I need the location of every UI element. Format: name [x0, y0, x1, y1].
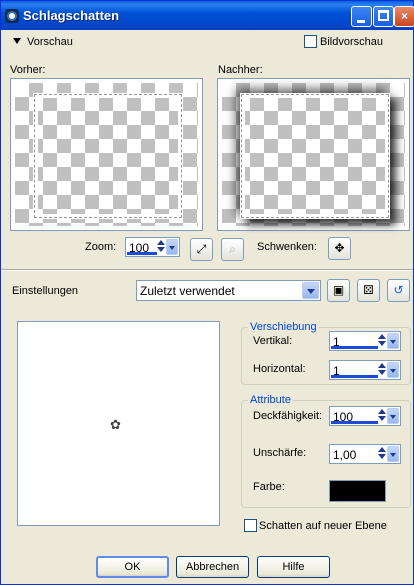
opacity-label: Deckfähigkeit: — [253, 410, 323, 422]
opacity-slider-bar[interactable] — [331, 421, 378, 424]
reset-button[interactable]: ↺ — [387, 279, 410, 302]
magnifier-icon: ⌕ — [229, 242, 236, 256]
preview-toggle[interactable]: Vorschau — [13, 36, 73, 48]
vertical-dropdown-button[interactable] — [387, 333, 399, 349]
minimize-button[interactable] — [351, 6, 372, 27]
preset-select[interactable]: Zuletzt verwendet — [136, 280, 321, 301]
vertical-label: Vertikal: — [253, 335, 293, 347]
after-preview[interactable] — [217, 78, 410, 231]
spin-down-icon — [157, 247, 165, 252]
horizontal-dropdown-button[interactable] — [387, 362, 399, 378]
vertical-input[interactable]: 1 — [329, 331, 401, 351]
zoom-tool-button[interactable]: ⌕ — [221, 238, 244, 261]
randomize-button[interactable]: ⚄ — [357, 279, 380, 302]
horizontal-label: Horizontal: — [253, 363, 306, 375]
before-preview-checkerboard — [15, 83, 198, 226]
pan-label: Schwenken: — [257, 241, 317, 253]
horizontal-input[interactable]: 1 — [329, 360, 401, 380]
spin-down-icon — [378, 454, 386, 459]
maximize-icon — [378, 10, 389, 21]
maximize-button[interactable] — [373, 6, 394, 27]
blur-label: Unschärfe: — [253, 447, 307, 459]
crosshair-icon: ✿ — [110, 417, 121, 432]
preset-dropdown-button[interactable] — [302, 282, 319, 299]
blur-input[interactable]: 1,00 — [329, 444, 401, 464]
shadow-color-swatch[interactable] — [329, 480, 386, 502]
zoom-dropdown-button[interactable] — [166, 239, 178, 255]
vertical-spinner[interactable] — [377, 333, 387, 349]
app-icon — [5, 9, 19, 23]
opacity-spinner[interactable] — [377, 408, 387, 424]
preset-value: Zuletzt verwendet — [140, 284, 235, 298]
blur-value: 1,00 — [333, 448, 357, 462]
minimize-icon — [357, 20, 365, 23]
settings-label: Einstellungen — [12, 285, 79, 297]
dice-icon: ⚄ — [363, 283, 374, 297]
title-bar[interactable]: Schlagschatten × — [1, 1, 414, 30]
opacity-input[interactable]: 100 — [329, 406, 401, 426]
color-label: Farbe: — [253, 481, 285, 493]
fit-window-icon: ⤢ — [196, 242, 207, 256]
opacity-dropdown-button[interactable] — [387, 408, 399, 424]
image-preview-label: Bildvorschau — [320, 36, 383, 48]
zoom-input[interactable]: 100 — [125, 237, 180, 257]
help-button[interactable]: Hilfe — [257, 556, 330, 578]
spin-up-icon — [378, 334, 386, 339]
after-label: Nachher: — [218, 64, 263, 76]
triangle-down-icon — [13, 38, 21, 44]
spin-down-icon — [378, 370, 386, 375]
spin-up-icon — [378, 409, 386, 414]
spin-up-icon — [378, 363, 386, 368]
floppy-disk-icon: ▣ — [332, 283, 345, 297]
save-preset-button[interactable]: ▣ — [327, 279, 350, 302]
spin-up-icon — [378, 447, 386, 452]
horizontal-slider-bar[interactable] — [331, 375, 378, 378]
blur-spinner[interactable] — [377, 446, 387, 462]
after-preview-checkerboard — [222, 83, 405, 226]
spin-up-icon — [157, 240, 165, 245]
zoom-slider-bar[interactable] — [127, 252, 157, 255]
preview-toggle-label: Vorschau — [27, 36, 73, 48]
close-button[interactable]: × — [394, 6, 414, 27]
reset-icon: ↺ — [393, 283, 404, 297]
separator — [1, 269, 413, 271]
shadow-new-layer-checkbox[interactable] — [244, 519, 257, 532]
ok-button[interactable]: OK — [96, 556, 169, 578]
close-icon: × — [400, 9, 408, 23]
spin-down-icon — [378, 416, 386, 421]
image-preview-checkbox[interactable] — [304, 35, 317, 48]
zoom-label: Zoom: — [85, 241, 117, 253]
blur-dropdown-button[interactable] — [387, 446, 399, 462]
shadow-new-layer-label: Schatten auf neuer Ebene — [259, 520, 387, 532]
move-icon: ✥ — [334, 241, 345, 255]
zoom-spinner[interactable] — [156, 239, 166, 255]
horizontal-spinner[interactable] — [377, 362, 387, 378]
window-title: Schlagschatten — [23, 8, 120, 23]
zoom-fit-button[interactable]: ⤢ — [190, 238, 213, 261]
after-frame-image — [240, 93, 390, 219]
before-frame-image — [33, 93, 183, 219]
cancel-button[interactable]: Abbrechen — [176, 556, 249, 578]
spin-down-icon — [378, 341, 386, 346]
attributes-group-title: Attribute — [248, 394, 293, 406]
before-label: Vorher: — [10, 64, 46, 76]
shadow-dialog-window: Schlagschatten × Vorschau Bildvorschau V… — [0, 0, 414, 585]
vertical-slider-bar[interactable] — [331, 346, 378, 349]
before-preview[interactable] — [10, 78, 203, 231]
offset-group-title: Verschiebung — [248, 321, 319, 333]
pan-button[interactable]: ✥ — [328, 237, 351, 260]
